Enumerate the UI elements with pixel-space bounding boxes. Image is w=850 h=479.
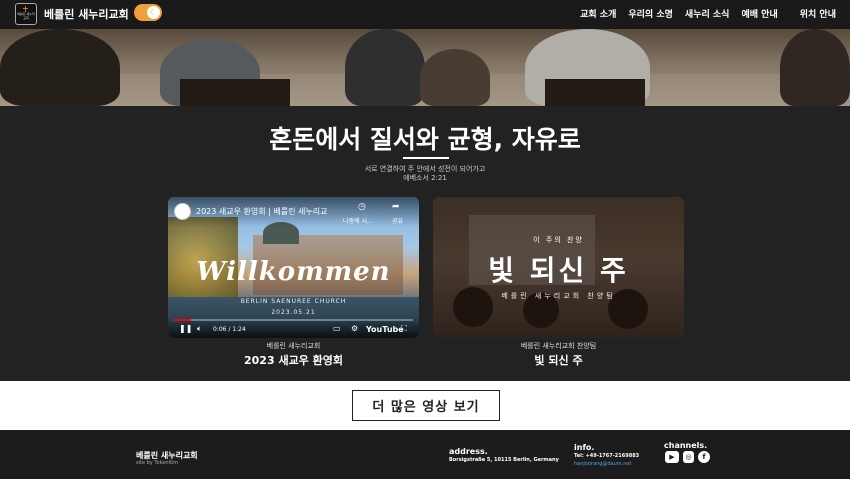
share-icon[interactable]: ➦ (392, 202, 400, 212)
page-title: 혼돈에서 질서와 균형, 자유로 (269, 125, 581, 154)
video-time: 0:06 / 1:24 (213, 326, 246, 333)
video-embed-title[interactable]: 2023 새교우 환영회 | 베를린 새누리교 (196, 206, 327, 217)
title-divider (403, 157, 449, 159)
video-caption-title[interactable]: 2023 새교우 환영회 (168, 352, 419, 368)
video-overlay-team: 베를린 새누리교회 찬양팀 (501, 292, 616, 300)
brand-name[interactable]: 베를린 새누리교회 (44, 6, 129, 22)
share-label[interactable]: 공유 (392, 216, 403, 225)
address-text: Borsigstraße 5, 10115 Berlin, Germany (449, 457, 559, 463)
phone-number[interactable]: Tel: +49-1767-2169883 (574, 453, 639, 459)
video-caption-sub: 베를린 새누리교회 찬양팀 (520, 342, 597, 350)
instagram-icon[interactable]: ◎ (683, 451, 694, 463)
more-videos-button[interactable]: 더 많은 영상 보기 (352, 390, 500, 421)
address-heading: address. (449, 447, 488, 456)
footer: 베를린 새누리교회 site by TokenKim address. Bors… (0, 430, 850, 479)
logo-text: 베를린 새누리 교회 (17, 12, 35, 20)
info-heading: info. (574, 443, 595, 452)
hero-image (0, 29, 850, 106)
nav-item-worship[interactable]: 예배 안내 (741, 7, 777, 20)
nav-item-location[interactable]: 위치 안내 (800, 7, 836, 20)
more-videos-section: 더 많은 영상 보기 (0, 381, 850, 430)
settings-icon[interactable]: ⚙ (351, 324, 358, 333)
video-section: 2023 새교우 환영회 | 베를린 새누리교 ◷ 나중에 시... ➦ 공유 … (0, 197, 850, 381)
verse-text: 서로 연결하여 주 안에서 성전이 되어가고 (364, 165, 486, 173)
nav-item-about[interactable]: 교회 소개 (580, 7, 616, 20)
channel-avatar[interactable] (174, 203, 191, 220)
clock-icon[interactable]: ◷ (358, 202, 366, 212)
video-overlay-title: Willkommen (196, 257, 391, 287)
video-player-welcome[interactable]: 2023 새교우 환영회 | 베를린 새누리교 ◷ 나중에 시... ➦ 공유 … (168, 197, 419, 338)
top-navbar: 베를린 새누리 교회 베를린 새누리교회 ☾ 교회 소개 우리의 소명 새누리 … (0, 0, 850, 29)
verse-reference: 에베소서 2:21 (403, 174, 447, 182)
video-overlay-subtitle: 이 주의 찬양 (533, 236, 584, 244)
nav-item-mission[interactable]: 우리의 소명 (628, 7, 673, 20)
church-logo[interactable]: 베를린 새누리 교회 (15, 3, 37, 25)
facebook-icon[interactable]: f (698, 451, 710, 463)
progress-fill (174, 319, 191, 321)
footer-credit: site by TokenKim (136, 460, 179, 466)
video-overlay-church: BERLIN SAENUREE CHURCH (240, 298, 347, 305)
video-overlay-title: 빛 되신 주 (488, 254, 629, 287)
main-nav: 교회 소개 우리의 소명 새누리 소식 예배 안내 위치 안내 (580, 7, 836, 20)
page: 베를린 새누리 교회 베를린 새누리교회 ☾ 교회 소개 우리의 소명 새누리 … (0, 0, 850, 479)
channels-heading: channels. (664, 441, 708, 450)
video-overlay-date: 2023.05.21 (271, 309, 316, 316)
pause-icon[interactable]: ❚❚ (179, 324, 192, 333)
volume-icon[interactable]: 🔈︎ (197, 324, 202, 334)
moon-icon: ☾ (147, 6, 160, 19)
video-caption-title[interactable]: 빛 되신 주 (433, 352, 684, 368)
video-caption-sub: 베를린 새누리교회 (266, 342, 321, 350)
video-player-praise[interactable]: 이 주의 찬양 빛 되신 주 베를린 새누리교회 찬양팀 (433, 197, 684, 338)
youtube-logo[interactable]: YouTube (366, 325, 404, 334)
email-link[interactable]: hanjoorang@daum.net (574, 461, 631, 467)
theme-toggle[interactable]: ☾ (134, 4, 162, 21)
watch-later-label[interactable]: 나중에 시... (343, 216, 373, 225)
youtube-icon[interactable]: ▶ (665, 451, 679, 463)
fullscreen-icon[interactable]: ⛶ (401, 324, 407, 334)
verse: 서로 연결하여 주 안에서 성전이 되어가고 에베소서 2:21 (0, 165, 850, 183)
progress-bar[interactable] (174, 319, 413, 321)
cross-icon (22, 6, 30, 12)
theme-section: 혼돈에서 질서와 균형, 자유로 서로 연결하여 주 안에서 성전이 되어가고 … (0, 106, 850, 197)
nav-item-news[interactable]: 새누리 소식 (685, 7, 730, 20)
subtitles-icon[interactable]: ▭ (333, 324, 341, 333)
social-links: ▶ ◎ f (665, 451, 710, 463)
